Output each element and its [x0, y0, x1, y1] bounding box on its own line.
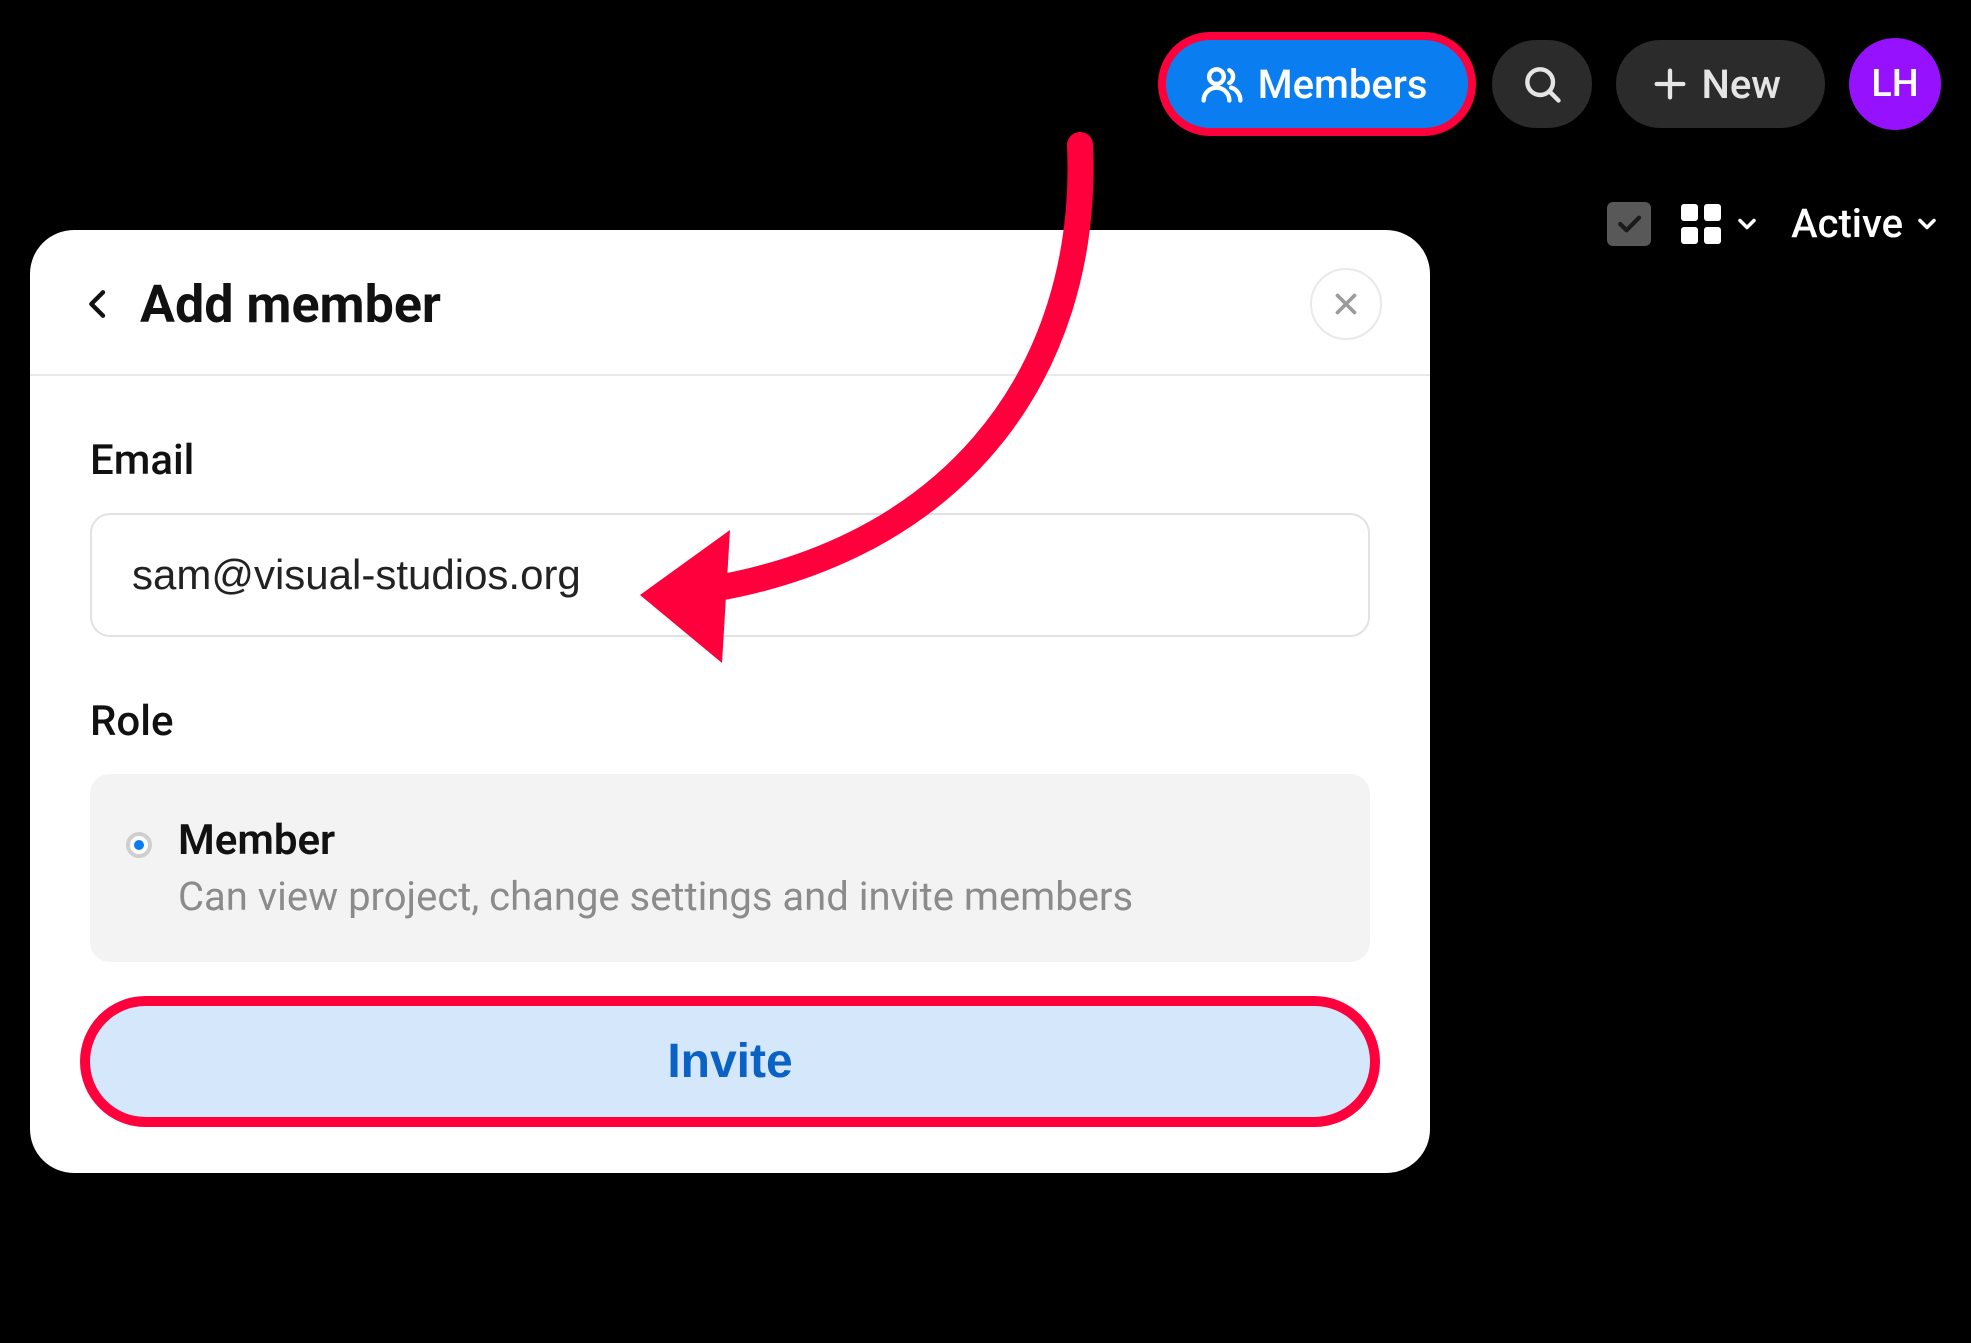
members-label: Members	[1258, 61, 1428, 108]
plus-icon	[1650, 64, 1690, 104]
role-name: Member	[178, 816, 1133, 865]
invite-label: Invite	[667, 1035, 792, 1088]
email-label: Email	[90, 436, 1370, 485]
chevron-down-icon	[1913, 210, 1941, 238]
avatar-initials: LH	[1871, 62, 1918, 106]
chevron-down-icon	[1733, 210, 1761, 238]
filter-bar: Active	[1607, 200, 1941, 247]
back-icon[interactable]	[78, 284, 118, 324]
check-icon	[1614, 209, 1644, 239]
search-icon	[1520, 62, 1564, 106]
email-field[interactable]	[90, 513, 1370, 637]
topbar: Members New LH	[1166, 38, 1941, 130]
members-icon	[1200, 62, 1244, 106]
role-label: Role	[90, 697, 1370, 746]
role-option-member[interactable]: Member Can view project, change settings…	[90, 774, 1370, 962]
grid-icon	[1681, 204, 1721, 244]
status-filter-label: Active	[1791, 200, 1903, 247]
add-member-modal: Add member Email Role Member Can view pr…	[30, 230, 1430, 1173]
role-radio[interactable]	[126, 832, 152, 858]
modal-body: Email Role Member Can view project, chan…	[30, 376, 1430, 1173]
modal-title: Add member	[140, 274, 441, 335]
members-button[interactable]: Members	[1166, 40, 1468, 128]
view-toggle[interactable]	[1681, 204, 1761, 244]
search-button[interactable]	[1492, 40, 1592, 128]
invite-button[interactable]: Invite	[90, 1006, 1370, 1117]
modal-header: Add member	[30, 230, 1430, 376]
close-button[interactable]	[1310, 268, 1382, 340]
new-label: New	[1702, 61, 1782, 108]
select-all-checkbox[interactable]	[1607, 202, 1651, 246]
status-filter[interactable]: Active	[1791, 200, 1941, 247]
avatar[interactable]: LH	[1849, 38, 1941, 130]
role-desc: Can view project, change settings and in…	[178, 873, 1133, 920]
new-button[interactable]: New	[1616, 40, 1826, 128]
close-icon	[1329, 287, 1363, 321]
